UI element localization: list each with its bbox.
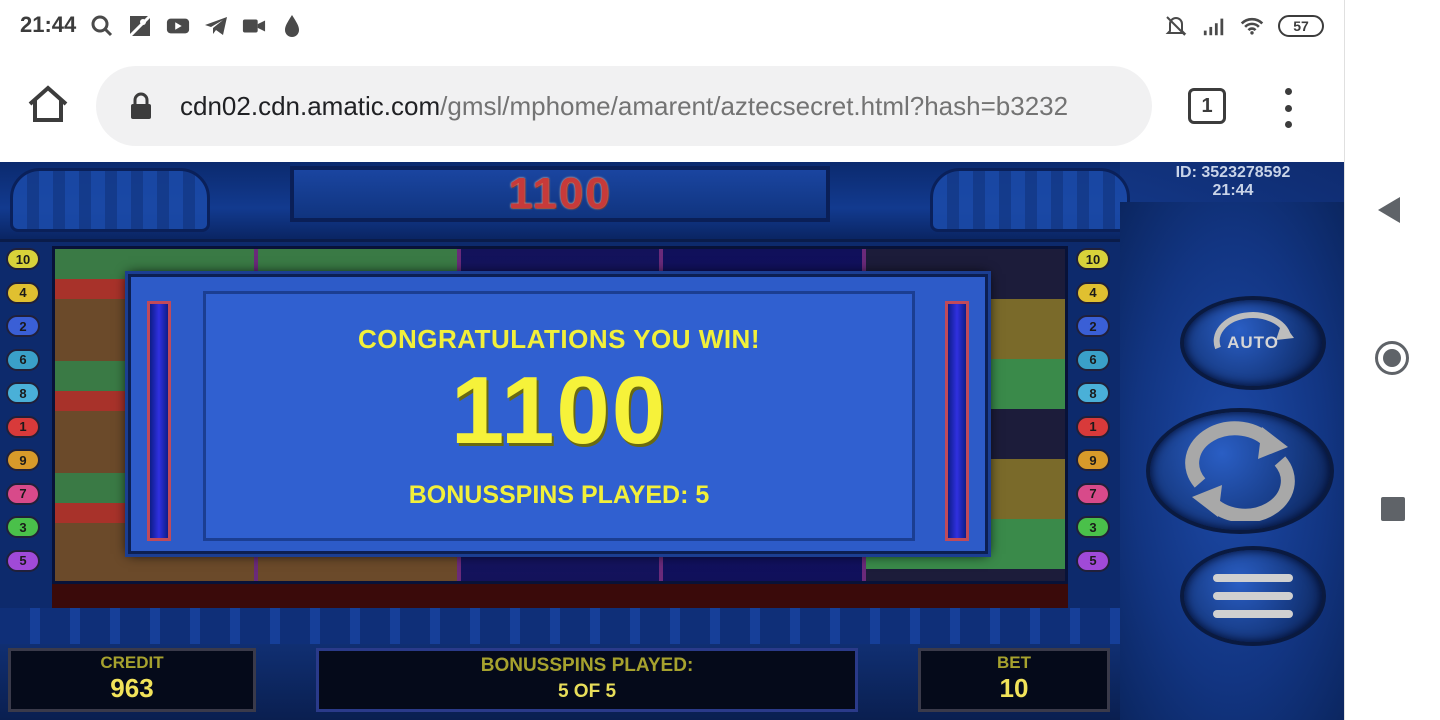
payline-badge-left-1[interactable]: 1 — [6, 415, 40, 438]
credit-label: CREDIT — [100, 653, 164, 672]
credit-panel: CREDIT 963 — [8, 648, 256, 712]
muted-bell-icon — [1164, 14, 1188, 38]
serpent-carving-right — [930, 168, 1130, 232]
payline-badge-right-6[interactable]: 6 — [1076, 348, 1110, 371]
auto-label: AUTO — [1227, 333, 1279, 352]
win-popup-content: CONGRATULATIONS YOU WIN! 1100 BONUSSPINS… — [203, 291, 915, 541]
drop-icon — [280, 14, 304, 38]
game-menu-button[interactable] — [1180, 546, 1326, 646]
home-icon[interactable] — [26, 82, 70, 126]
hamburger-icon — [1213, 574, 1293, 618]
payline-badge-left-2[interactable]: 2 — [6, 315, 40, 337]
payline-badge-right-7[interactable]: 7 — [1076, 482, 1110, 505]
payline-indicators-left: 10 4 2 6 8 1 9 7 3 5 — [6, 248, 46, 583]
popup-pillar-right — [945, 301, 969, 541]
payline-indicators-right: 10 4 2 6 8 1 9 7 3 5 — [1076, 248, 1116, 583]
bet-label: BET — [997, 653, 1031, 672]
auto-spin-button[interactable]: AUTO — [1180, 296, 1326, 390]
lock-icon — [130, 92, 156, 122]
payline-badge-left-5[interactable]: 5 — [6, 549, 40, 572]
signal-icon — [1202, 14, 1226, 38]
wifi-icon — [1240, 14, 1264, 38]
session-info: ID: 3523278592 21:44 — [1122, 164, 1344, 200]
spin-button[interactable] — [1146, 408, 1334, 534]
bet-panel[interactable]: BET 10 — [918, 648, 1110, 712]
stone-border — [0, 608, 1120, 644]
address-bar[interactable]: cdn02.cdn.amatic.com/gmsl/mphome/amarent… — [96, 66, 1152, 146]
slot-game: 1100 ID: 3523278592 21:44 10 4 2 6 8 1 9 7 3 5 10… — [0, 162, 1344, 720]
popup-pillar-left — [147, 301, 171, 541]
recents-icon[interactable] — [1381, 497, 1405, 521]
status-bar: 21:44 57 — [0, 0, 1344, 52]
win-headline: CONGRATULATIONS YOU WIN! — [358, 324, 760, 354]
notification-icons — [90, 12, 304, 40]
payline-badge-right-1[interactable]: 1 — [1076, 415, 1110, 438]
payline-badge-left-3[interactable]: 3 — [6, 516, 40, 538]
payline-badge-right-8[interactable]: 8 — [1076, 382, 1110, 404]
payline-badge-right-3[interactable]: 3 — [1076, 516, 1110, 538]
payline-badge-left-10[interactable]: 10 — [6, 248, 40, 270]
battery-indicator: 57 — [1278, 15, 1324, 37]
refresh-icon — [1185, 421, 1295, 521]
payline-badge-left-6[interactable]: 6 — [6, 348, 40, 371]
search-icon — [90, 14, 114, 38]
credit-value: 963 — [110, 673, 154, 703]
win-amount: 1100 — [450, 357, 668, 464]
url-text[interactable]: cdn02.cdn.amatic.com/gmsl/mphome/amarent… — [180, 91, 1130, 122]
video-camera-icon — [242, 14, 266, 38]
session-time: 21:44 — [1212, 182, 1254, 199]
serpent-carving-left — [10, 168, 210, 232]
win-popup: CONGRATULATIONS YOU WIN! 1100 BONUSSPINS… — [128, 274, 988, 554]
bonusspins-label: BONUSSPINS PLAYED: — [480, 655, 694, 676]
payline-badge-left-4[interactable]: 4 — [6, 281, 40, 304]
payline-badge-right-10[interactable]: 10 — [1076, 248, 1110, 270]
payline-badge-right-9[interactable]: 9 — [1076, 449, 1110, 471]
info-bar: CREDIT 963 BONUSSPINS PLAYED: 5 OF 5 BET… — [0, 644, 1120, 720]
bonusspins-value: 5 OF 5 — [557, 681, 617, 702]
url-path: /gmsl/mphome/amarent/aztecsecret.html?ha… — [440, 91, 1069, 121]
system-icons: 57 — [1164, 12, 1324, 40]
telegram-icon — [204, 14, 228, 38]
payline-badge-left-8[interactable]: 8 — [6, 382, 40, 404]
bonusspins-played-line: BONUSSPINS PLAYED: 5 — [408, 481, 710, 509]
payline-badge-left-9[interactable]: 9 — [6, 449, 40, 471]
bet-value: 10 — [999, 673, 1029, 703]
payline-badge-left-7[interactable]: 7 — [6, 482, 40, 505]
top-win-display: 1100 — [290, 166, 830, 222]
status-time: 21:44 — [20, 12, 77, 37]
youtube-icon — [166, 14, 190, 38]
game-header: 1100 — [0, 162, 1130, 242]
reel-bottom-bar — [52, 584, 1068, 608]
maps-icon — [128, 14, 152, 38]
home-nav-icon[interactable] — [1375, 341, 1409, 375]
payline-badge-right-5[interactable]: 5 — [1076, 549, 1110, 572]
browser-toolbar: cdn02.cdn.amatic.com/gmsl/mphome/amarent… — [0, 52, 1344, 162]
more-menu-icon[interactable] — [1276, 88, 1300, 128]
session-id: ID: 3523278592 — [1175, 164, 1291, 181]
payline-badge-right-4[interactable]: 4 — [1076, 281, 1110, 304]
payline-badge-right-2[interactable]: 2 — [1076, 315, 1110, 337]
tab-switcher-button[interactable]: 1 — [1188, 88, 1226, 124]
url-host: cdn02.cdn.amatic.com — [180, 91, 441, 121]
android-nav-bar — [1344, 0, 1440, 720]
back-icon[interactable] — [1378, 197, 1400, 223]
bonusspins-panel: BONUSSPINS PLAYED: 5 OF 5 — [316, 648, 858, 712]
top-win-value: 1100 — [508, 169, 612, 218]
